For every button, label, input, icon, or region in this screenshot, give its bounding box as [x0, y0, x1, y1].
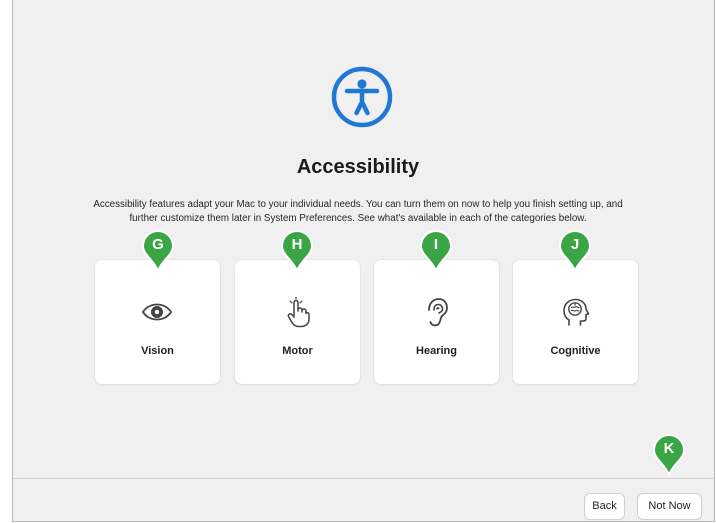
callout-h-label: H	[291, 236, 303, 253]
eye-icon	[141, 303, 173, 321]
not-now-button[interactable]: Not Now	[638, 494, 701, 519]
category-card-cognitive[interactable]: Cognitive	[513, 260, 638, 384]
footer-divider	[13, 478, 714, 479]
category-label-hearing: Hearing	[416, 345, 457, 357]
page-description: Accessibility features adapt your Mac to…	[93, 199, 623, 224]
category-card-motor[interactable]: Motor	[235, 260, 360, 384]
callout-k: K	[652, 433, 686, 477]
category-card-hearing[interactable]: Hearing	[374, 260, 499, 384]
page-title: Accessibility	[296, 156, 420, 178]
category-label-vision: Vision	[141, 345, 174, 357]
callout-g: G	[141, 229, 175, 273]
callout-j: J	[558, 229, 592, 273]
callout-i: I	[419, 229, 453, 273]
category-label-cognitive: Cognitive	[550, 345, 601, 357]
accessibility-icon	[331, 66, 393, 128]
category-label-motor: Motor	[282, 345, 313, 357]
callout-j-label: J	[570, 236, 580, 253]
back-button[interactable]: Back	[585, 494, 624, 519]
callout-i-label: I	[433, 236, 439, 253]
callout-h: H	[280, 229, 314, 273]
head-brain-icon	[563, 298, 590, 326]
pointing-hand-icon	[287, 296, 310, 328]
callout-k-label: K	[663, 440, 675, 457]
ear-icon	[428, 298, 448, 327]
category-card-vision[interactable]: Vision	[95, 260, 220, 384]
callout-g-label: G	[152, 236, 164, 253]
